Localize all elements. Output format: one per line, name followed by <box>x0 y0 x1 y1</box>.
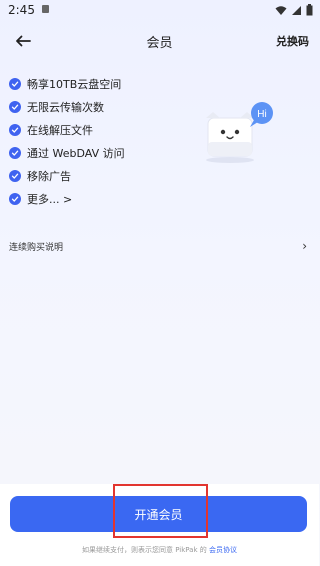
notification-icon <box>42 5 49 13</box>
benefit-label: 更多... > <box>27 192 73 206</box>
wifi-icon <box>275 5 287 15</box>
check-icon <box>9 77 21 90</box>
benefit-item: 在线解压文件 <box>9 118 125 141</box>
chevron-right-icon: › <box>302 239 307 253</box>
benefits-list: 畅享10TB云盘空间 无限云传输次数 在线解压文件 通过 WebDAV 访问 移… <box>9 72 125 210</box>
check-icon <box>9 192 21 205</box>
benefit-item: 无限云传输次数 <box>9 95 125 118</box>
status-bar: 2:45 <box>0 0 319 20</box>
more-benefits-link[interactable]: 更多... > <box>9 187 125 210</box>
header: 会员 兑换码 <box>0 28 319 54</box>
benefit-label: 移除广告 <box>27 169 71 183</box>
check-icon <box>9 100 21 113</box>
mascot-bubble-text: Hi <box>257 109 266 120</box>
benefit-label: 无限云传输次数 <box>27 100 104 114</box>
battery-icon <box>306 4 313 16</box>
status-icons <box>275 4 313 16</box>
agreement-text: 如果继续支付，则表示您同意 PikPak 的 会员协议 <box>0 545 319 555</box>
check-icon <box>9 169 21 182</box>
benefit-label: 通过 WebDAV 访问 <box>27 146 125 160</box>
benefit-label: 在线解压文件 <box>27 123 93 137</box>
renewal-label: 连续购买说明 <box>9 242 64 253</box>
page-title: 会员 <box>146 36 173 51</box>
benefit-item: 移除广告 <box>9 164 125 187</box>
redeem-code-button[interactable]: 兑换码 <box>276 33 309 49</box>
activate-membership-button[interactable]: 开通会员 <box>10 496 307 532</box>
benefit-item: 通过 WebDAV 访问 <box>9 141 125 164</box>
check-icon <box>9 123 21 136</box>
mascot-illustration: Hi <box>206 102 273 163</box>
check-icon <box>9 146 21 159</box>
agreement-prefix: 如果继续支付，则表示您同意 PikPak 的 <box>81 546 207 554</box>
benefit-item: 畅享10TB云盘空间 <box>9 72 125 95</box>
status-time: 2:45 <box>8 3 35 17</box>
renewal-info-row[interactable]: 连续购买说明 › <box>9 236 307 256</box>
benefit-label: 畅享10TB云盘空间 <box>27 77 122 91</box>
signal-icon <box>292 5 301 15</box>
membership-agreement-link[interactable]: 会员协议 <box>209 546 237 554</box>
